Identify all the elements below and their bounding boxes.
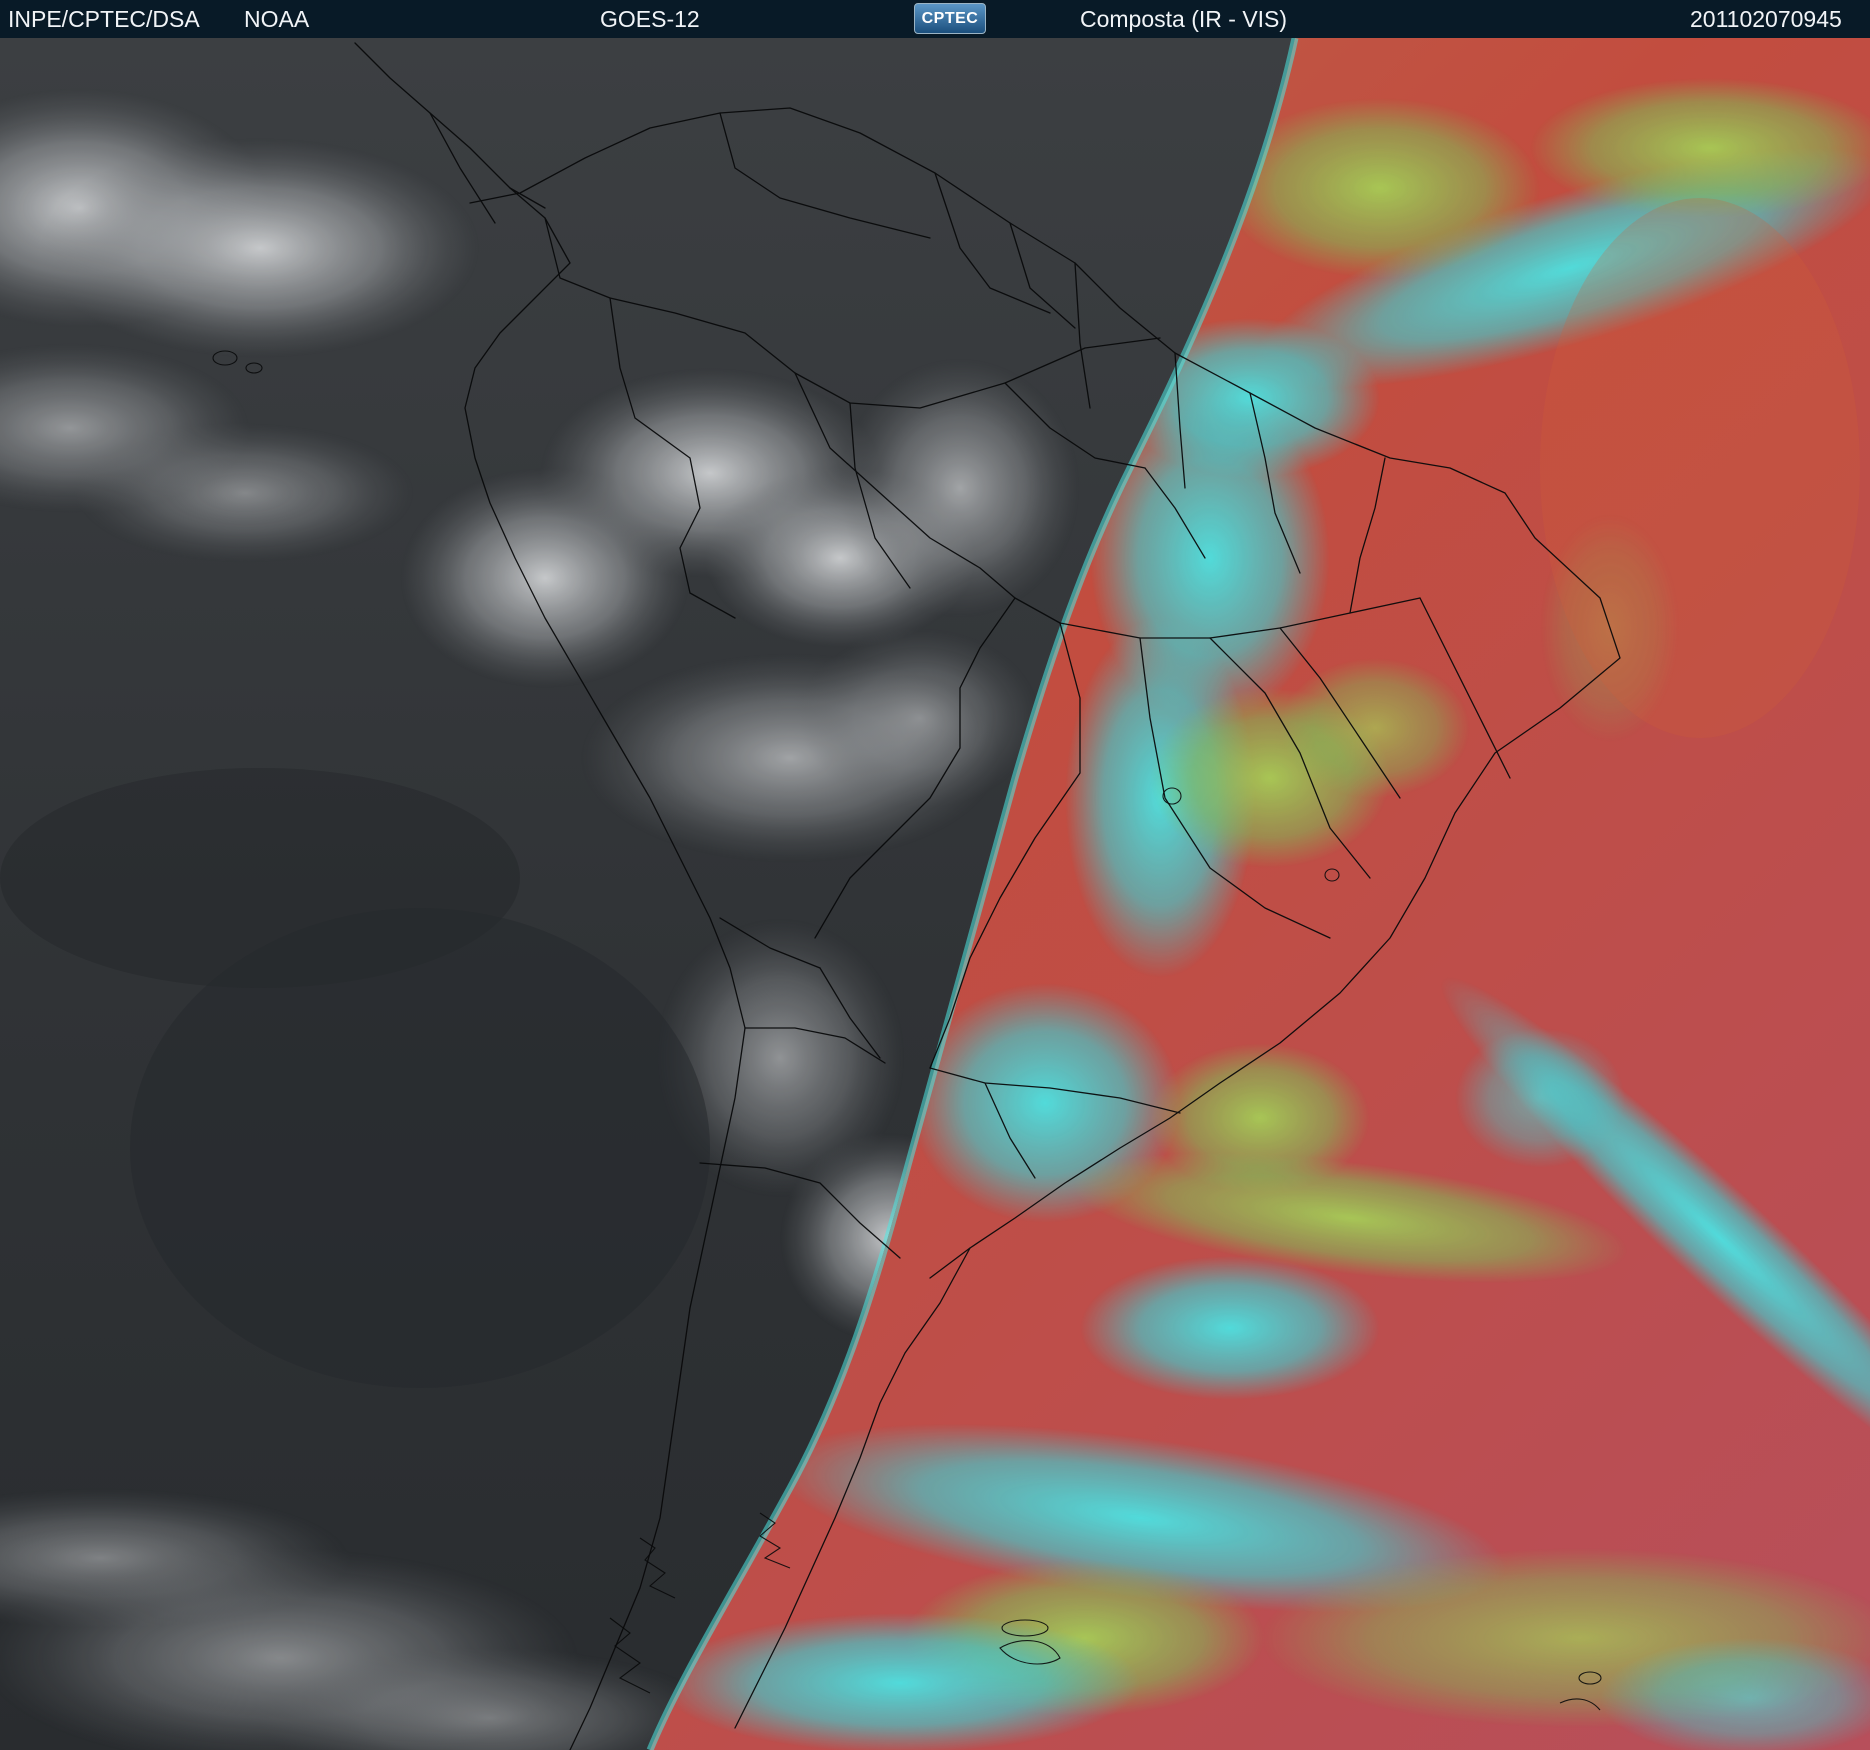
agency-label: INPE/CPTEC/DSA xyxy=(8,6,200,32)
product-label: Composta (IR - VIS) xyxy=(1080,6,1288,32)
timestamp-label: 201102070945 xyxy=(1690,6,1842,32)
satellite-image-page: INPE/CPTEC/DSA NOAA GOES-12 CPTEC Compos… xyxy=(0,0,1870,1750)
satellite-label: GOES-12 xyxy=(600,6,700,32)
cptec-logo-icon: CPTEC xyxy=(914,3,986,34)
logo-text: CPTEC xyxy=(921,9,979,27)
satellite-composite-map xyxy=(0,38,1870,1750)
image-header-bar: INPE/CPTEC/DSA NOAA GOES-12 CPTEC Compos… xyxy=(0,0,1870,39)
source-label: NOAA xyxy=(244,6,310,32)
